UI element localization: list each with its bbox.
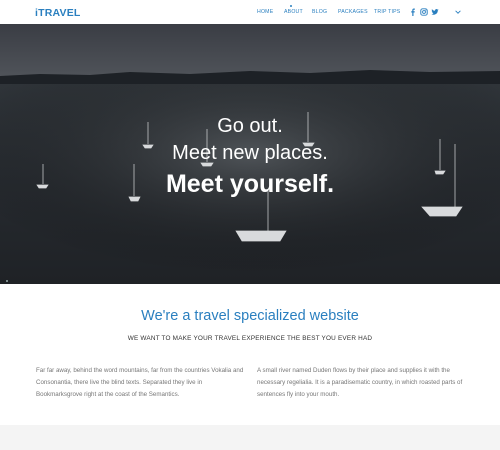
slider-indicator[interactable] — [6, 280, 8, 282]
twitter-icon[interactable] — [431, 8, 439, 16]
hero-line-2: Meet new places. — [172, 142, 328, 164]
nav-home[interactable]: HOME — [257, 9, 273, 15]
nav-trip-tips[interactable]: TRIP TIPS — [374, 9, 400, 15]
intro-paragraph-left: Far far away, behind the word mountains,… — [36, 367, 244, 398]
facebook-icon[interactable] — [409, 8, 417, 16]
hero-line-3: Meet yourself. — [165, 170, 335, 198]
header: iTRAVEL HOME ABOUT BLOG PACKAGES TRIP TI… — [0, 0, 500, 24]
chevron-down-icon[interactable] — [454, 8, 462, 16]
section-title: We're a travel specialized website — [141, 308, 359, 324]
nav-blog[interactable]: BLOG — [312, 9, 327, 15]
section-subtitle: WE WANT TO MAKE YOUR TRAVEL EXPERIENCE T… — [127, 335, 373, 342]
hero-banner: Go out. Meet new places. Meet yourself. — [0, 24, 500, 284]
instagram-icon[interactable] — [420, 8, 428, 16]
hero-line-1: Go out. — [217, 115, 283, 137]
nav-about[interactable]: ABOUT — [284, 9, 303, 15]
nav-packages[interactable]: PACKAGES — [338, 9, 368, 15]
active-indicator — [290, 5, 292, 7]
next-section-band — [0, 425, 500, 450]
intro-paragraph-right: A small river named Duden flows by their… — [257, 367, 463, 398]
